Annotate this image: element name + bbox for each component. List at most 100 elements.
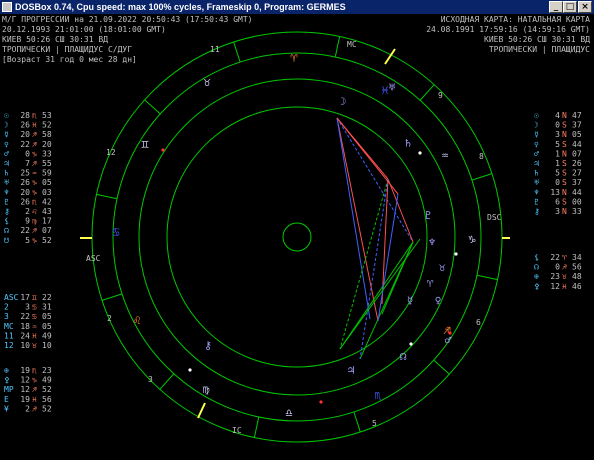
- sign-divider: [476, 274, 498, 281]
- lt-planet-4: ♂: [4, 149, 9, 158]
- rt-sign-5: S: [562, 159, 567, 168]
- center-circle: [282, 222, 312, 252]
- la-sign-4: ♓: [32, 331, 37, 340]
- inner-planet-12: ♉: [439, 261, 446, 274]
- zodiac-sign-6: ♎: [285, 406, 292, 420]
- rt-deg-8: 13: [550, 188, 560, 197]
- rt-planet-0: ☉: [534, 111, 539, 120]
- re-planet-3: ⚴: [534, 282, 540, 291]
- rt-planet-5: ♃: [534, 159, 539, 168]
- le-min-4: 52: [42, 404, 52, 413]
- lt-min-9: 42: [42, 197, 52, 206]
- rt-deg-3: 5: [555, 140, 560, 149]
- rt-planet-1: ☽: [534, 121, 539, 130]
- rt-planet-3: ♀: [534, 140, 539, 149]
- inner-planet-1: ♅: [389, 81, 396, 94]
- sign-divider: [253, 416, 260, 438]
- lt-deg-6: 25: [20, 169, 30, 178]
- maximize-button[interactable]: □: [563, 1, 577, 13]
- lt-planet-1: ☽: [4, 121, 9, 130]
- re-min-0: 34: [572, 253, 582, 262]
- la-deg-2: 22: [20, 312, 30, 321]
- dosbox-window: DOSBox 0.74, Cpu speed: max 100% cycles,…: [0, 0, 594, 460]
- dsc-label: DSC: [487, 213, 502, 222]
- minimize-button[interactable]: _: [549, 1, 563, 13]
- sign-divider: [471, 173, 493, 181]
- rt-sign-3: S: [562, 140, 567, 149]
- lt-sign-0: ♏: [32, 111, 37, 120]
- le-planet-4: ¥: [4, 404, 9, 413]
- la-deg-0: 17: [20, 293, 30, 302]
- inner-planet-3: ♇: [425, 209, 432, 222]
- close-button[interactable]: ×: [578, 1, 592, 13]
- la-min-4: 49: [42, 331, 52, 340]
- re-min-2: 48: [572, 272, 582, 281]
- re-min-1: 56: [572, 263, 582, 272]
- rt-min-7: 37: [572, 178, 582, 187]
- ring-marker-6: [418, 151, 422, 155]
- re-sign-2: ♉: [562, 272, 567, 281]
- aspect-line-11: [377, 193, 399, 322]
- rt-planet-9: ♇: [534, 197, 539, 206]
- sign-divider: [144, 99, 161, 115]
- la-planet-0: ASC: [4, 293, 19, 302]
- le-sign-3: ♓: [32, 395, 37, 404]
- ring-marker-5: [454, 252, 458, 256]
- lt-planet-11: ⚸: [4, 217, 10, 226]
- le-deg-0: 19: [20, 366, 30, 375]
- re-deg-1: 0: [555, 263, 560, 272]
- house-number-9: 9: [438, 91, 443, 100]
- ring-marker-2: [448, 331, 452, 335]
- re-sign-1: ♐: [562, 263, 567, 272]
- re-min-3: 46: [572, 282, 582, 291]
- inner-planet-5: ☿: [407, 294, 414, 307]
- house-ring: [138, 78, 456, 396]
- zodiac-sign-9: ♑: [467, 232, 475, 246]
- re-planet-0: ⚸: [534, 253, 540, 262]
- aspect-line-3: [336, 117, 371, 320]
- lt-sign-6: ♒: [32, 169, 37, 178]
- la-sign-0: ♊: [32, 293, 37, 302]
- la-min-5: 10: [42, 341, 52, 350]
- la-min-1: 31: [42, 303, 52, 312]
- sign-divider: [233, 41, 241, 63]
- la-sign-2: ♋: [32, 312, 37, 321]
- lt-sign-7: ♑: [32, 178, 37, 187]
- lt-deg-11: 9: [25, 217, 30, 226]
- sign-divider: [96, 193, 118, 200]
- rt-planet-7: ♅: [534, 178, 539, 187]
- dosbox-app-icon: [2, 2, 12, 12]
- le-sign-0: ♏: [32, 366, 37, 375]
- le-deg-3: 19: [20, 395, 30, 404]
- lt-min-12: 07: [42, 226, 52, 235]
- lt-deg-9: 26: [20, 197, 30, 206]
- rt-deg-2: 3: [555, 130, 560, 139]
- inner-planet-8: ♃: [348, 364, 355, 377]
- lt-planet-2: ☿: [4, 130, 9, 139]
- ic-label: IC: [232, 426, 242, 435]
- le-sign-1: ♑: [32, 376, 37, 385]
- lt-planet-9: ♇: [4, 197, 9, 206]
- zodiac-sign-2: ♊: [141, 137, 149, 151]
- lt-deg-8: 20: [20, 188, 30, 197]
- rt-min-3: 44: [572, 140, 582, 149]
- la-min-0: 22: [42, 293, 52, 302]
- lt-min-1: 52: [42, 121, 52, 130]
- lt-sign-1: ♓: [32, 121, 37, 130]
- sign-divider: [353, 411, 361, 433]
- re-sign-3: ♓: [562, 282, 567, 291]
- inner-planet-7: ♂: [445, 334, 452, 347]
- title-bar[interactable]: DOSBox 0.74, Cpu speed: max 100% cycles,…: [0, 0, 594, 14]
- le-planet-0: ⊕: [4, 366, 9, 375]
- sign-divider: [101, 293, 123, 301]
- sign-divider: [334, 36, 341, 58]
- house-number-2: 2: [107, 314, 112, 323]
- asc-label: ASC: [86, 254, 101, 263]
- rt-sign-8: N: [562, 188, 567, 197]
- rt-min-4: 07: [572, 149, 582, 158]
- lt-planet-6: ♄: [4, 169, 9, 178]
- rt-deg-6: 5: [555, 169, 560, 178]
- le-min-0: 23: [42, 366, 52, 375]
- rt-deg-7: 0: [555, 178, 560, 187]
- lt-min-11: 17: [42, 217, 52, 226]
